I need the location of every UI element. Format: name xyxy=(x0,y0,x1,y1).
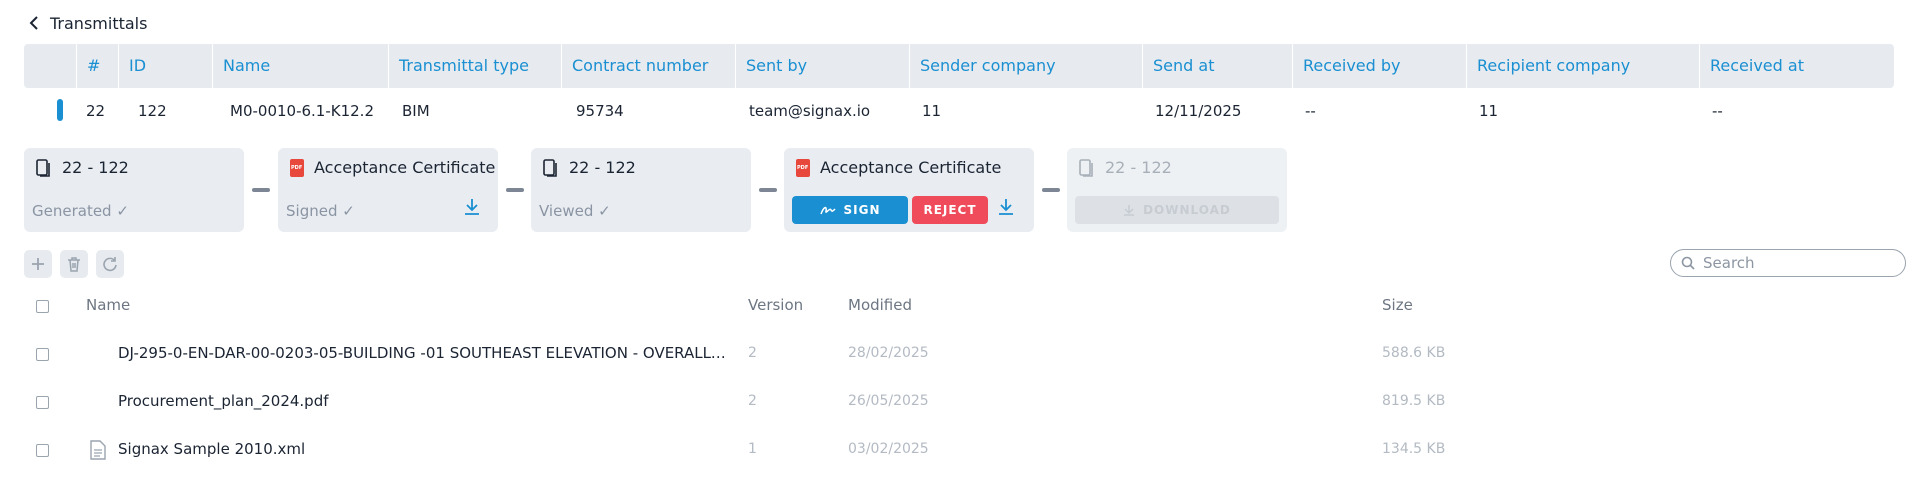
file-name[interactable]: DJ-295-0-EN-DAR-00-0203-05-BUILDING -01 … xyxy=(118,344,726,362)
cell-id[interactable]: 122 xyxy=(128,96,222,126)
file-version: 2 xyxy=(748,345,757,361)
workflow-step-signed[interactable]: Acceptance Certificate Signed ✓ xyxy=(278,148,498,232)
cell-transmittal-type[interactable]: BIM xyxy=(392,96,565,126)
file-size: 819.5 KB xyxy=(1382,393,1446,409)
plus-icon xyxy=(32,258,44,270)
table-row[interactable]: Signax Sample 2010.xml 1 03/02/2025 134.… xyxy=(0,436,1919,466)
col-transmittal-type[interactable]: Transmittal type xyxy=(388,44,561,88)
col-send-at[interactable]: Send at xyxy=(1142,44,1292,88)
back-label: Transmittals xyxy=(50,13,148,33)
row-checkbox[interactable] xyxy=(36,396,49,409)
reject-label: REJECT xyxy=(923,203,977,217)
col-select xyxy=(24,44,76,88)
download-icon xyxy=(1124,205,1135,216)
file-size: 588.6 KB xyxy=(1382,345,1446,361)
card-title: 22 - 122 xyxy=(1105,158,1172,177)
col-received-at[interactable]: Received at xyxy=(1699,44,1894,88)
card-status: Signed ✓ xyxy=(286,202,355,220)
sign-button[interactable]: SIGN xyxy=(792,196,908,224)
card-title-row: 22 - 122 xyxy=(36,158,129,177)
table-row[interactable]: DJ-295-0-EN-DAR-00-0203-05-BUILDING -01 … xyxy=(0,340,1919,370)
file-name[interactable]: Signax Sample 2010.xml xyxy=(118,440,726,458)
download-icon[interactable] xyxy=(464,198,480,216)
search-icon xyxy=(1681,256,1695,270)
chevron-left-icon xyxy=(29,16,38,30)
cell-received-by[interactable]: -- xyxy=(1295,96,1469,126)
row-checkbox[interactable] xyxy=(36,348,49,361)
header-version[interactable]: Version xyxy=(748,296,803,314)
reject-button[interactable]: REJECT xyxy=(912,196,988,224)
download-icon[interactable] xyxy=(998,198,1014,216)
add-button[interactable] xyxy=(24,250,52,278)
document-icon xyxy=(90,440,106,460)
cell-recipient-company[interactable]: 11 xyxy=(1469,96,1702,126)
workflow-step-sign: Acceptance Certificate SIGN REJECT xyxy=(784,148,1034,232)
step-connector xyxy=(759,188,777,192)
workflow-step-viewed[interactable]: 22 - 122 Viewed ✓ xyxy=(531,148,751,232)
col-sender-company[interactable]: Sender company xyxy=(909,44,1142,88)
card-title: 22 - 122 xyxy=(62,158,129,177)
header-name[interactable]: Name xyxy=(86,296,130,314)
document-copy-icon xyxy=(36,158,50,177)
download-button[interactable]: DOWNLOAD xyxy=(1075,196,1279,224)
file-size: 134.5 KB xyxy=(1382,441,1446,457)
search-input[interactable] xyxy=(1701,253,1895,273)
download-label: DOWNLOAD xyxy=(1143,203,1231,217)
card-title-row: 22 - 122 xyxy=(543,158,636,177)
signature-icon xyxy=(819,206,836,215)
workflow-step-generated[interactable]: 22 - 122 Generated ✓ xyxy=(24,148,244,232)
pdf-icon xyxy=(290,158,304,177)
col-id[interactable]: ID xyxy=(118,44,212,88)
back-link[interactable]: Transmittals xyxy=(28,10,147,36)
file-modified: 26/05/2025 xyxy=(848,393,929,409)
row-selected-indicator[interactable] xyxy=(57,99,63,121)
file-modified: 03/02/2025 xyxy=(848,441,929,457)
select-all-checkbox[interactable] xyxy=(36,300,49,313)
document-copy-icon xyxy=(1079,158,1093,177)
card-title-row: Acceptance Certificate xyxy=(290,158,495,177)
col-sent-by[interactable]: Sent by xyxy=(735,44,909,88)
cell-sender-company[interactable]: 11 xyxy=(912,96,1145,126)
table-row[interactable]: Procurement_plan_2024.pdf 2 26/05/2025 8… xyxy=(0,388,1919,418)
col-contract-number[interactable]: Contract number xyxy=(561,44,735,88)
cell-name[interactable]: M0-0010-6.1-K12.2 xyxy=(220,96,396,126)
file-version: 1 xyxy=(748,441,757,457)
col-recipient-company[interactable]: Recipient company xyxy=(1466,44,1699,88)
sign-label: SIGN xyxy=(843,203,881,217)
step-connector xyxy=(506,188,524,192)
cell-contract-number[interactable]: 95734 xyxy=(566,96,740,126)
step-connector xyxy=(1042,188,1060,192)
card-title-row: 22 - 122 xyxy=(1079,158,1172,177)
file-name[interactable]: Procurement_plan_2024.pdf xyxy=(118,392,726,410)
pdf-icon xyxy=(796,158,810,177)
refresh-button[interactable] xyxy=(96,250,124,278)
header-size[interactable]: Size xyxy=(1382,296,1413,314)
trash-icon xyxy=(68,257,80,272)
workflow-step-final: 22 - 122 DOWNLOAD xyxy=(1067,148,1287,232)
step-connector xyxy=(252,188,270,192)
card-title: 22 - 122 xyxy=(569,158,636,177)
card-status: Viewed ✓ xyxy=(539,202,611,220)
row-checkbox[interactable] xyxy=(36,444,49,457)
refresh-icon xyxy=(103,257,117,272)
col-number[interactable]: # xyxy=(76,44,118,88)
card-status: Generated ✓ xyxy=(32,202,129,220)
col-name[interactable]: Name xyxy=(212,44,388,88)
card-title-row: Acceptance Certificate xyxy=(796,158,1001,177)
card-title: Acceptance Certificate xyxy=(314,158,496,177)
file-version: 2 xyxy=(748,393,757,409)
search-box[interactable] xyxy=(1670,249,1906,277)
header-modified[interactable]: Modified xyxy=(848,296,912,314)
delete-button[interactable] xyxy=(60,250,88,278)
document-copy-icon xyxy=(543,158,557,177)
col-received-by[interactable]: Received by xyxy=(1292,44,1466,88)
cell-received-at[interactable]: -- xyxy=(1702,96,1897,126)
cell-send-at[interactable]: 12/11/2025 xyxy=(1145,96,1295,126)
cell-sent-by[interactable]: team@signax.io xyxy=(739,96,913,126)
table-header: # ID Name Transmittal type Contract numb… xyxy=(24,44,1894,88)
file-modified: 28/02/2025 xyxy=(848,345,929,361)
card-title: Acceptance Certificate xyxy=(820,158,1002,177)
cell-number[interactable]: 22 xyxy=(76,96,118,126)
